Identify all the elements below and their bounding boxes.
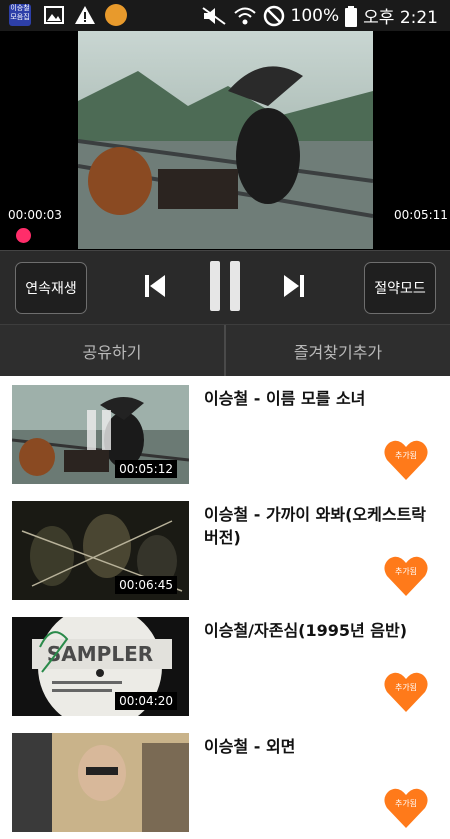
playlist-item[interactable]: 00:05:12 이승철 - 이름 모를 소녀 추가됨 xyxy=(0,376,450,491)
playlist-item[interactable]: 00:06:45 이승철 - 가까이 와봐(오케스트락 버전) 추가됨 xyxy=(0,492,450,607)
video-title: 이승철 - 가까이 와봐(오케스트락 버전) xyxy=(204,505,427,547)
favorite-heart-button[interactable]: 추가됨 xyxy=(383,670,429,714)
power-saving-button[interactable]: 절약모드 xyxy=(364,262,436,314)
video-thumbnail[interactable]: SAMPLER 00:04:20 xyxy=(12,617,189,716)
video-thumbnail[interactable] xyxy=(12,733,189,832)
video-thumbnail[interactable]: 00:06:45 xyxy=(12,501,189,600)
pause-button[interactable] xyxy=(200,251,250,325)
previous-button[interactable] xyxy=(140,251,170,325)
elapsed-time: 00:00:03 xyxy=(8,208,62,222)
wifi-icon xyxy=(233,6,257,26)
battery-percent: 100% xyxy=(290,5,340,26)
favorite-heart-button[interactable]: 추가됨 xyxy=(383,438,429,482)
warning-icon xyxy=(74,4,96,26)
add-favorite-button[interactable]: 즐겨찾기추가 xyxy=(226,325,450,377)
video-title: 이승철 - 외면 xyxy=(204,737,296,756)
favorite-heart-button[interactable]: 추가됨 xyxy=(383,554,429,598)
skip-previous-icon xyxy=(143,273,167,303)
playlist: 00:05:12 이승철 - 이름 모를 소녀 추가됨 00:06:45 이승철… xyxy=(0,376,450,832)
video-frame[interactable] xyxy=(77,31,374,249)
game-notification-icon xyxy=(105,4,127,26)
playlist-item[interactable]: SAMPLER 00:04:20 이승철/자존심(1995년 음반) 추가됨 xyxy=(0,608,450,723)
favorite-badge: 추가됨 xyxy=(394,683,418,692)
image-notification-icon xyxy=(43,4,65,26)
video-title: 이승철 - 이름 모를 소녀 xyxy=(204,389,366,408)
app-icon-text: 이승철 xyxy=(10,4,30,12)
video-player[interactable]: 00:00:03 00:05:11 xyxy=(0,31,450,250)
video-duration: 00:04:20 xyxy=(115,692,177,710)
app-notification-icon: 이승철 모음집 xyxy=(9,4,31,26)
do-not-disturb-icon xyxy=(263,5,285,27)
total-time: 00:05:11 xyxy=(394,208,448,222)
action-bar: 공유하기 즐겨찾기추가 xyxy=(0,324,450,377)
share-button[interactable]: 공유하기 xyxy=(0,325,224,377)
favorite-badge: 추가됨 xyxy=(394,567,418,576)
continuous-play-button[interactable]: 연속재생 xyxy=(15,262,87,314)
clock: 오후 2:21 xyxy=(363,8,438,28)
video-duration: 00:06:45 xyxy=(115,576,177,594)
favorite-badge: 추가됨 xyxy=(394,451,418,460)
video-title: 이승철/자존심(1995년 음반) xyxy=(204,621,408,640)
favorite-heart-button[interactable]: 추가됨 xyxy=(383,786,429,830)
playlist-item[interactable]: 이승철 - 외면 추가됨 xyxy=(0,724,450,839)
status-bar: 이승철 모음집 100% 오후 2:21 xyxy=(0,0,450,31)
app-icon-subtext: 모음집 xyxy=(10,13,30,21)
playback-controls: 연속재생 절약모드 xyxy=(0,250,450,325)
progress-thumb[interactable] xyxy=(16,228,31,243)
next-button[interactable] xyxy=(279,251,309,325)
video-thumbnail[interactable]: 00:05:12 xyxy=(12,385,189,484)
skip-next-icon xyxy=(282,273,306,303)
mute-icon xyxy=(201,6,227,26)
pause-icon xyxy=(206,259,244,317)
battery-icon xyxy=(345,5,358,27)
video-duration: 00:05:12 xyxy=(115,460,177,478)
